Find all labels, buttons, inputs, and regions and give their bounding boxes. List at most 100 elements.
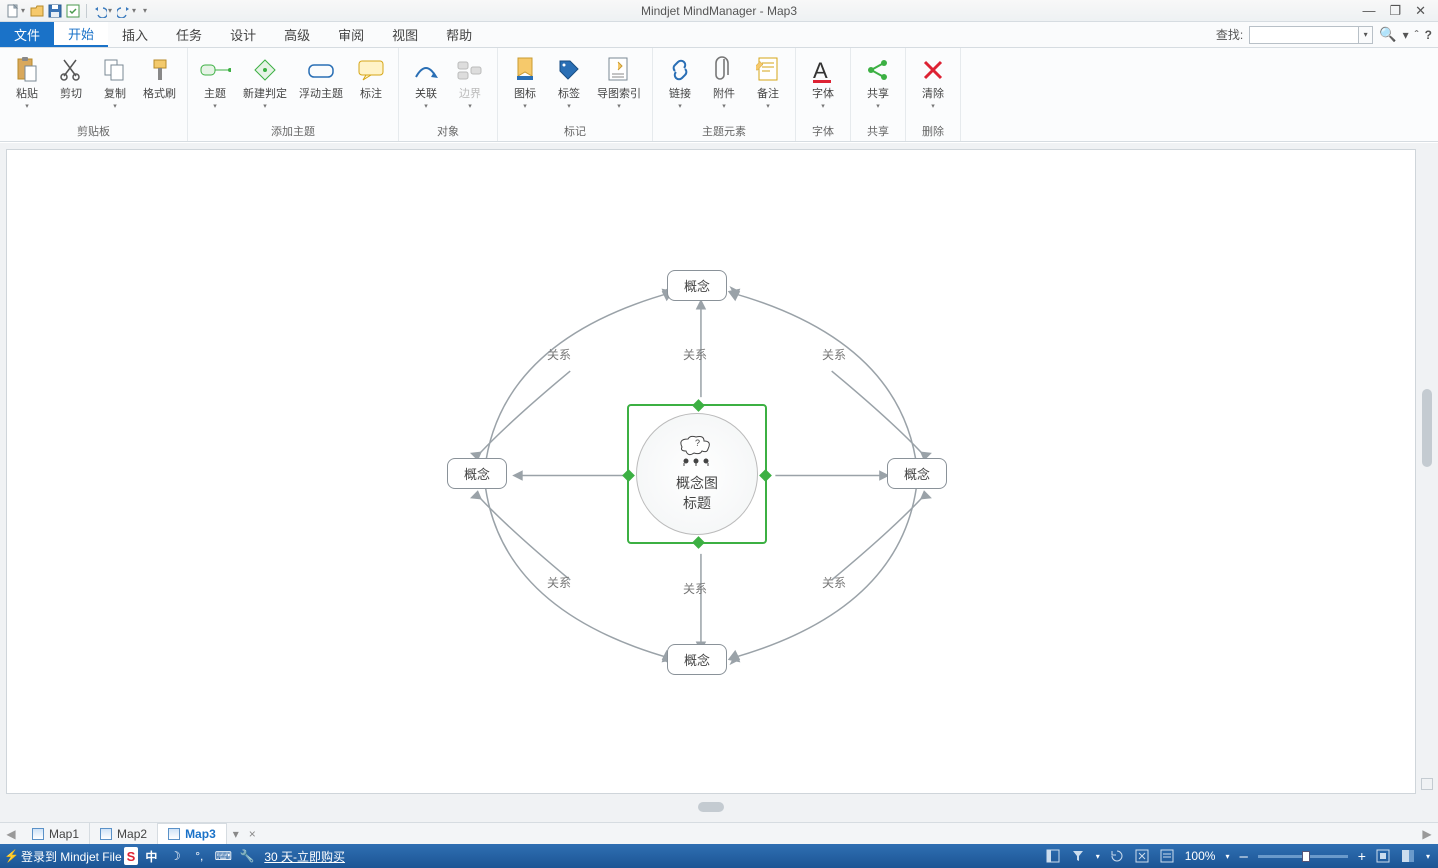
redo-icon[interactable] (116, 3, 132, 19)
link-button[interactable]: 链接▾ (659, 50, 701, 111)
tab-view[interactable]: 视图 (378, 22, 432, 47)
ribbon-group-element: 链接▾ 附件▾ 备注▾ 主题元素 (653, 48, 796, 141)
tab-review[interactable]: 审阅 (324, 22, 378, 47)
status-refresh-icon[interactable] (1110, 849, 1125, 864)
tab-close[interactable]: × (245, 827, 260, 841)
login-link[interactable]: 登录到 Mindjet File (21, 848, 122, 865)
tab-task[interactable]: 任务 (162, 22, 216, 47)
canvas-area: 概念 概念 概念 概念 ? 概念图 标题 关系 关系 关系 关系 关系 关系 (0, 143, 1438, 822)
horizontal-scrollbar[interactable] (6, 800, 1416, 814)
icon-marker-button[interactable]: 图标▾ (504, 50, 546, 111)
undo-drop[interactable]: ▾ (108, 6, 112, 15)
search-label: 查找: (1216, 26, 1243, 43)
status-outline-icon[interactable] (1160, 849, 1175, 864)
topic-button[interactable]: 主题▾ (194, 50, 236, 111)
vertical-scrollbar[interactable] (1420, 149, 1434, 794)
clear-button[interactable]: 清除▾ (912, 50, 954, 111)
tab-drop[interactable]: ▾ (227, 827, 245, 841)
doctab-map1[interactable]: Map1 (22, 823, 90, 844)
attach-button[interactable]: 附件▾ (703, 50, 745, 111)
font-button[interactable]: A字体▾ (802, 50, 844, 111)
window-title: Mindjet MindManager - Map3 (641, 4, 797, 18)
node-right[interactable]: 概念 (887, 458, 947, 489)
map-icon (100, 828, 112, 840)
map-canvas[interactable]: 概念 概念 概念 概念 ? 概念图 标题 关系 关系 关系 关系 关系 关系 (6, 149, 1416, 794)
ime-wrench-icon[interactable]: 🔧 (236, 847, 258, 865)
zoom-slider[interactable] (1258, 855, 1348, 858)
search-input[interactable] (1249, 26, 1359, 44)
doctab-map3[interactable]: Map3 (158, 823, 227, 844)
tab-advanced[interactable]: 高级 (270, 22, 324, 47)
ime-moon-icon[interactable]: ☽ (164, 847, 186, 865)
resize-handle-left[interactable] (622, 469, 635, 482)
node-bottom[interactable]: 概念 (667, 644, 727, 675)
wizard-icon[interactable] (65, 3, 81, 19)
tag-button[interactable]: 标签▾ (548, 50, 590, 111)
cut-button[interactable]: 剪切 (50, 50, 92, 102)
ribbon-group-mark: 图标▾ 标签▾ 导图索引▾ 标记 (498, 48, 653, 141)
binoculars-icon[interactable]: 🔍 (1379, 26, 1396, 43)
callout-button[interactable]: 标注 (350, 50, 392, 102)
status-fullscreen-icon[interactable] (1376, 849, 1391, 864)
ribbon-group-share: 共享▾ 共享 (851, 48, 906, 141)
tab-file[interactable]: 文件 (0, 22, 54, 47)
qat-customize[interactable]: ▾ (143, 6, 147, 15)
collapse-ribbon-icon[interactable]: ˆ (1415, 28, 1419, 42)
ribbon-group-addtopic: 主题▾ 新建判定▾ 浮动主题 标注 添加主题 (188, 48, 399, 141)
tab-start[interactable]: 开始 (54, 22, 108, 47)
brainstorm-icon: ? (672, 435, 722, 467)
node-top[interactable]: 概念 (667, 270, 727, 301)
tab-next[interactable]: ▶ (1416, 827, 1438, 841)
new-file-drop[interactable]: ▾ (21, 6, 25, 15)
document-tabs: ◀ Map1 Map2 Map3 ▾ × ▶ (0, 822, 1438, 844)
status-panel-icon[interactable] (1046, 849, 1061, 864)
node-left[interactable]: 概念 (447, 458, 507, 489)
save-icon[interactable] (47, 3, 63, 19)
resize-handle-bottom[interactable] (692, 536, 705, 549)
memo-button[interactable]: 备注▾ (747, 50, 789, 111)
rel-label-br: 关系 (822, 574, 846, 591)
float-topic-button[interactable]: 浮动主题 (294, 50, 348, 102)
tab-insert[interactable]: 插入 (108, 22, 162, 47)
undo-icon[interactable] (92, 3, 108, 19)
status-filter-icon[interactable] (1071, 849, 1086, 864)
status-taskpane-icon[interactable] (1401, 849, 1416, 864)
ime-lang[interactable]: 中 (140, 847, 162, 865)
search-drop[interactable]: ▾ (1359, 26, 1373, 44)
central-topic[interactable]: ? 概念图 标题 (627, 404, 767, 544)
zoom-out[interactable]: – (1239, 848, 1247, 865)
help-icon[interactable]: ? (1425, 28, 1432, 42)
copy-button[interactable]: 复制▾ (94, 50, 136, 111)
ime-comma-icon[interactable]: °, (188, 847, 210, 865)
map-icon (32, 828, 44, 840)
rel-label-ct: 关系 (683, 346, 707, 363)
ime-icon[interactable]: S (124, 847, 139, 865)
share-button[interactable]: 共享▾ (857, 50, 899, 111)
tab-help[interactable]: 帮助 (432, 22, 486, 47)
trial-buy-link[interactable]: 30 天-立即购买 (264, 848, 345, 865)
new-file-icon[interactable] (5, 3, 21, 19)
rel-label-tr: 关系 (822, 346, 846, 363)
window-minimize[interactable]: — (1362, 3, 1375, 19)
resize-handle-top[interactable] (692, 399, 705, 412)
map-index-button[interactable]: 导图索引▾ (592, 50, 646, 111)
zoom-in[interactable]: + (1358, 848, 1366, 864)
svg-text:?: ? (695, 438, 700, 448)
status-fit-icon[interactable] (1135, 849, 1150, 864)
format-painter-button[interactable]: 格式刷 (138, 50, 181, 102)
newjudge-button[interactable]: 新建判定▾ (238, 50, 292, 111)
window-close[interactable]: ✕ (1415, 3, 1426, 19)
ime-keyboard-icon[interactable]: ⌨ (212, 847, 234, 865)
resize-handle-right[interactable] (759, 469, 772, 482)
tab-prev[interactable]: ◀ (0, 827, 22, 841)
window-maximize[interactable]: ❐ (1389, 3, 1401, 19)
relationship-button[interactable]: 关联▾ (405, 50, 447, 111)
doctab-map2[interactable]: Map2 (90, 823, 158, 844)
map-icon (168, 828, 180, 840)
rel-label-bl: 关系 (547, 574, 571, 591)
tab-design[interactable]: 设计 (216, 22, 270, 47)
open-icon[interactable] (29, 3, 45, 19)
redo-drop[interactable]: ▾ (132, 6, 136, 15)
paste-button[interactable]: 粘贴▾ (6, 50, 48, 111)
qat-separator (86, 4, 87, 18)
